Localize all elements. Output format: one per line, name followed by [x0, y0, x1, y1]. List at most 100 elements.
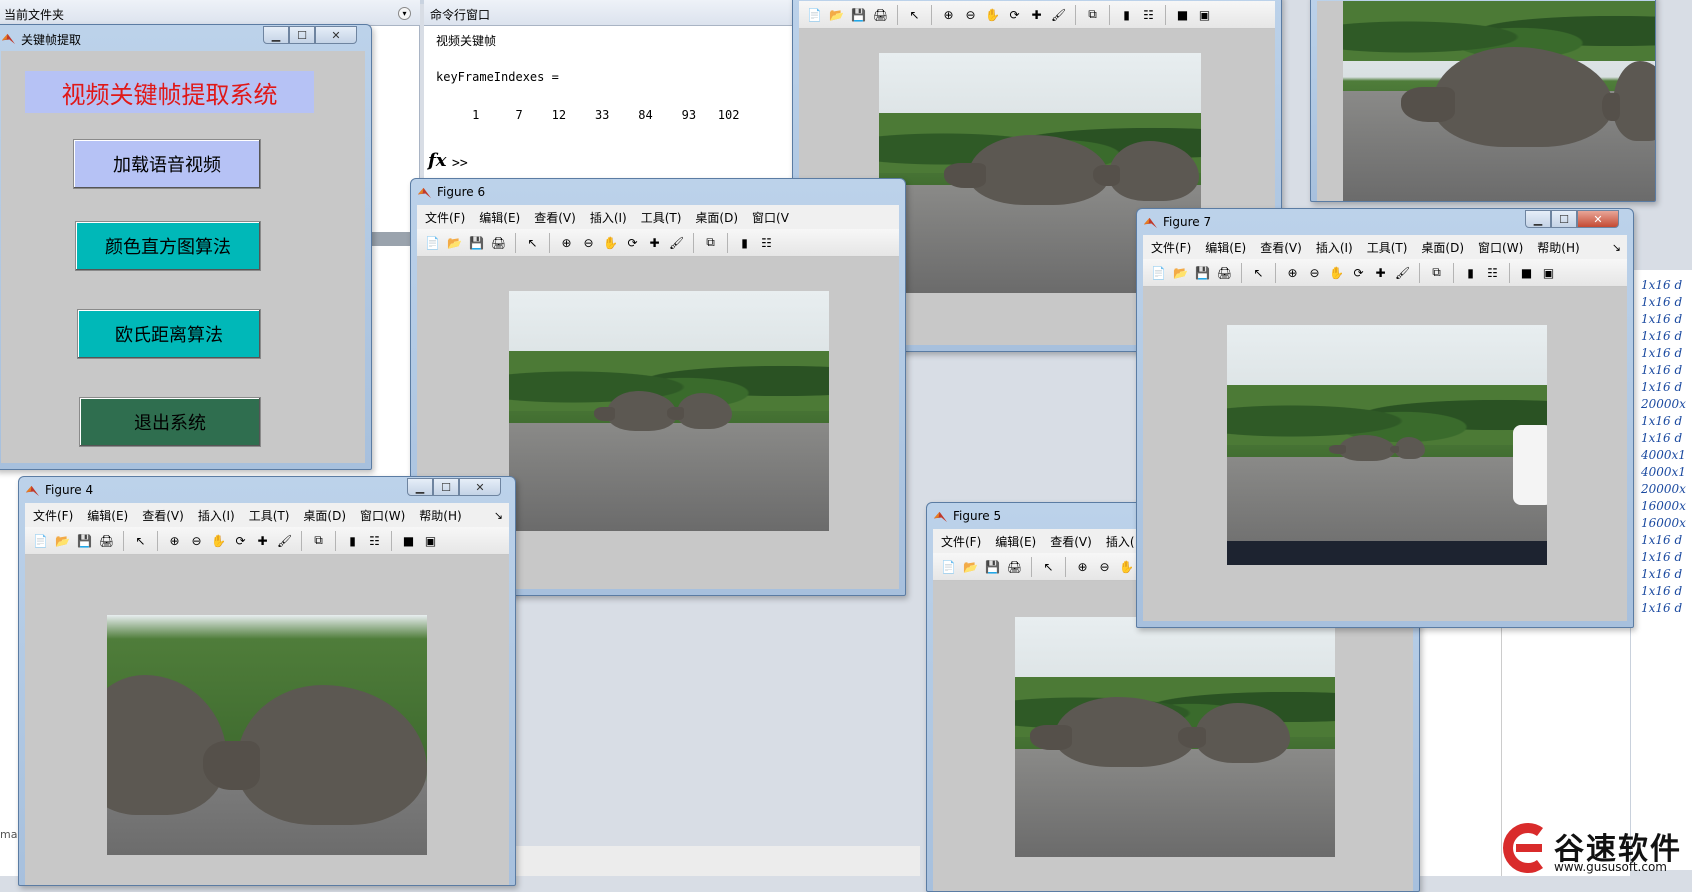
- menu-file[interactable]: 文件(F): [1143, 239, 1198, 256]
- minimize-button[interactable]: ▁: [263, 26, 289, 44]
- menu-overflow-icon[interactable]: ↘: [1605, 241, 1627, 254]
- save-icon[interactable]: 💾: [75, 531, 94, 550]
- data-cursor-icon[interactable]: ✚: [645, 233, 664, 252]
- rotate-icon[interactable]: ⟳: [1349, 263, 1368, 282]
- open-icon[interactable]: 📂: [445, 233, 464, 252]
- menu-view[interactable]: 查看(V): [1253, 239, 1309, 256]
- menu-view[interactable]: 查看(V): [527, 209, 583, 226]
- menu-help[interactable]: 帮助(H): [412, 507, 468, 524]
- pointer-icon[interactable]: ↖: [1249, 263, 1268, 282]
- open-icon[interactable]: 📂: [53, 531, 72, 550]
- rotate-icon[interactable]: ⟳: [231, 531, 250, 550]
- close-button[interactable]: ✕: [459, 478, 501, 496]
- pan-icon[interactable]: ✋: [1327, 263, 1346, 282]
- figure-7-titlebar[interactable]: Figure 7 ▁ ☐ ✕: [1137, 209, 1633, 235]
- show-tools-icon[interactable]: ▣: [1539, 263, 1558, 282]
- open-icon[interactable]: 📂: [1171, 263, 1190, 282]
- workspace-item[interactable]: 4000x1: [1641, 448, 1686, 462]
- colorbar-icon[interactable]: ▮: [343, 531, 362, 550]
- menu-edit[interactable]: 编辑(E): [80, 507, 135, 524]
- workspace-item[interactable]: 1x16 d: [1641, 431, 1682, 445]
- menu-edit[interactable]: 编辑(E): [1198, 239, 1253, 256]
- workspace-item[interactable]: 1x16 d: [1641, 601, 1682, 615]
- minimize-button[interactable]: ▁: [407, 478, 433, 496]
- maximize-button[interactable]: ☐: [1551, 210, 1577, 228]
- new-figure-icon[interactable]: 📄: [31, 531, 50, 550]
- keyframe-gui-window[interactable]: 关键帧提取 ▁ ☐ ✕ 视频关键帧提取系统 加载语音视频 颜色直方图算法 欧氏距…: [0, 24, 372, 470]
- workspace-item[interactable]: 1x16 d: [1641, 414, 1682, 428]
- legend-icon[interactable]: ☷: [365, 531, 384, 550]
- new-figure-icon[interactable]: 📄: [1149, 263, 1168, 282]
- command-prompt[interactable]: >>: [452, 156, 468, 171]
- zoom-out-icon[interactable]: ⊖: [1305, 263, 1324, 282]
- zoom-out-icon[interactable]: ⊖: [187, 531, 206, 550]
- print-icon[interactable]: 🖨: [871, 5, 890, 24]
- workspace-item[interactable]: 16000x: [1641, 499, 1686, 513]
- menu-overflow-icon[interactable]: ↘: [487, 509, 509, 522]
- menu-file[interactable]: 文件(F): [417, 209, 472, 226]
- workspace-item[interactable]: 1x16 d: [1641, 584, 1682, 598]
- menu-insert[interactable]: 插入(I): [1309, 239, 1360, 256]
- show-tools-icon[interactable]: ▣: [421, 531, 440, 550]
- workspace-item[interactable]: 1x16 d: [1641, 567, 1682, 581]
- zoom-out-icon[interactable]: ⊖: [579, 233, 598, 252]
- open-icon[interactable]: 📂: [961, 557, 980, 576]
- link-plot-icon[interactable]: ⧉: [309, 531, 328, 550]
- menu-insert[interactable]: 插入(I): [583, 209, 634, 226]
- exit-system-button[interactable]: 退出系统: [79, 397, 261, 447]
- new-figure-icon[interactable]: 📄: [423, 233, 442, 252]
- panel-options-icon[interactable]: ▾: [398, 7, 411, 20]
- menu-view[interactable]: 查看(V): [1043, 533, 1099, 550]
- splitter-bar[interactable]: [368, 232, 412, 246]
- zoom-in-icon[interactable]: ⊕: [557, 233, 576, 252]
- maximize-button[interactable]: ☐: [289, 26, 315, 44]
- save-icon[interactable]: 💾: [849, 5, 868, 24]
- colorbar-icon[interactable]: ▮: [1117, 5, 1136, 24]
- pointer-icon[interactable]: ↖: [905, 5, 924, 24]
- color-histogram-button[interactable]: 颜色直方图算法: [75, 221, 261, 271]
- workspace-item[interactable]: 4000x1: [1641, 465, 1686, 479]
- print-icon[interactable]: 🖨: [1005, 557, 1024, 576]
- euclidean-distance-button[interactable]: 欧氏距离算法: [77, 309, 261, 359]
- workspace-item[interactable]: 16000x: [1641, 516, 1686, 530]
- save-icon[interactable]: 💾: [467, 233, 486, 252]
- zoom-in-icon[interactable]: ⊕: [939, 5, 958, 24]
- data-cursor-icon[interactable]: ✚: [1371, 263, 1390, 282]
- close-button[interactable]: ✕: [315, 26, 357, 44]
- pan-icon[interactable]: ✋: [209, 531, 228, 550]
- print-icon[interactable]: 🖨: [1215, 263, 1234, 282]
- workspace-item[interactable]: 1x16 d: [1641, 363, 1682, 377]
- pointer-icon[interactable]: ↖: [523, 233, 542, 252]
- command-window[interactable]: 视频关键帧 keyFrameIndexes = 1 7 12 33 84 93 …: [424, 26, 794, 186]
- menu-tools[interactable]: 工具(T): [634, 209, 689, 226]
- menu-window[interactable]: 窗口(W): [1471, 239, 1530, 256]
- rotate-icon[interactable]: ⟳: [623, 233, 642, 252]
- colorbar-icon[interactable]: ▮: [1461, 263, 1480, 282]
- zoom-out-icon[interactable]: ⊖: [961, 5, 980, 24]
- pan-icon[interactable]: ✋: [983, 5, 1002, 24]
- legend-icon[interactable]: ☷: [1483, 263, 1502, 282]
- save-icon[interactable]: 💾: [1193, 263, 1212, 282]
- gui-titlebar[interactable]: 关键帧提取 ▁ ☐ ✕: [0, 25, 371, 51]
- data-cursor-icon[interactable]: ✚: [1027, 5, 1046, 24]
- menu-desktop[interactable]: 桌面(D): [1414, 239, 1471, 256]
- menu-tools[interactable]: 工具(T): [242, 507, 297, 524]
- workspace-item[interactable]: 1x16 d: [1641, 533, 1682, 547]
- menu-tools[interactable]: 工具(T): [1360, 239, 1415, 256]
- rotate-icon[interactable]: ⟳: [1005, 5, 1024, 24]
- zoom-out-icon[interactable]: ⊖: [1095, 557, 1114, 576]
- pointer-icon[interactable]: ↖: [131, 531, 150, 550]
- brush-icon[interactable]: 🖌: [275, 531, 294, 550]
- menu-file[interactable]: 文件(F): [933, 533, 988, 550]
- menu-window[interactable]: 窗口(W): [353, 507, 412, 524]
- hide-tools-icon[interactable]: ■: [1173, 5, 1192, 24]
- maximize-button[interactable]: ☐: [433, 478, 459, 496]
- zoom-in-icon[interactable]: ⊕: [1073, 557, 1092, 576]
- link-plot-icon[interactable]: ⧉: [1427, 263, 1446, 282]
- workspace-item[interactable]: 1x16 d: [1641, 295, 1682, 309]
- new-figure-icon[interactable]: 📄: [805, 5, 824, 24]
- show-tools-icon[interactable]: ▣: [1195, 5, 1214, 24]
- zoom-in-icon[interactable]: ⊕: [165, 531, 184, 550]
- brush-icon[interactable]: 🖌: [1393, 263, 1412, 282]
- print-icon[interactable]: 🖨: [97, 531, 116, 550]
